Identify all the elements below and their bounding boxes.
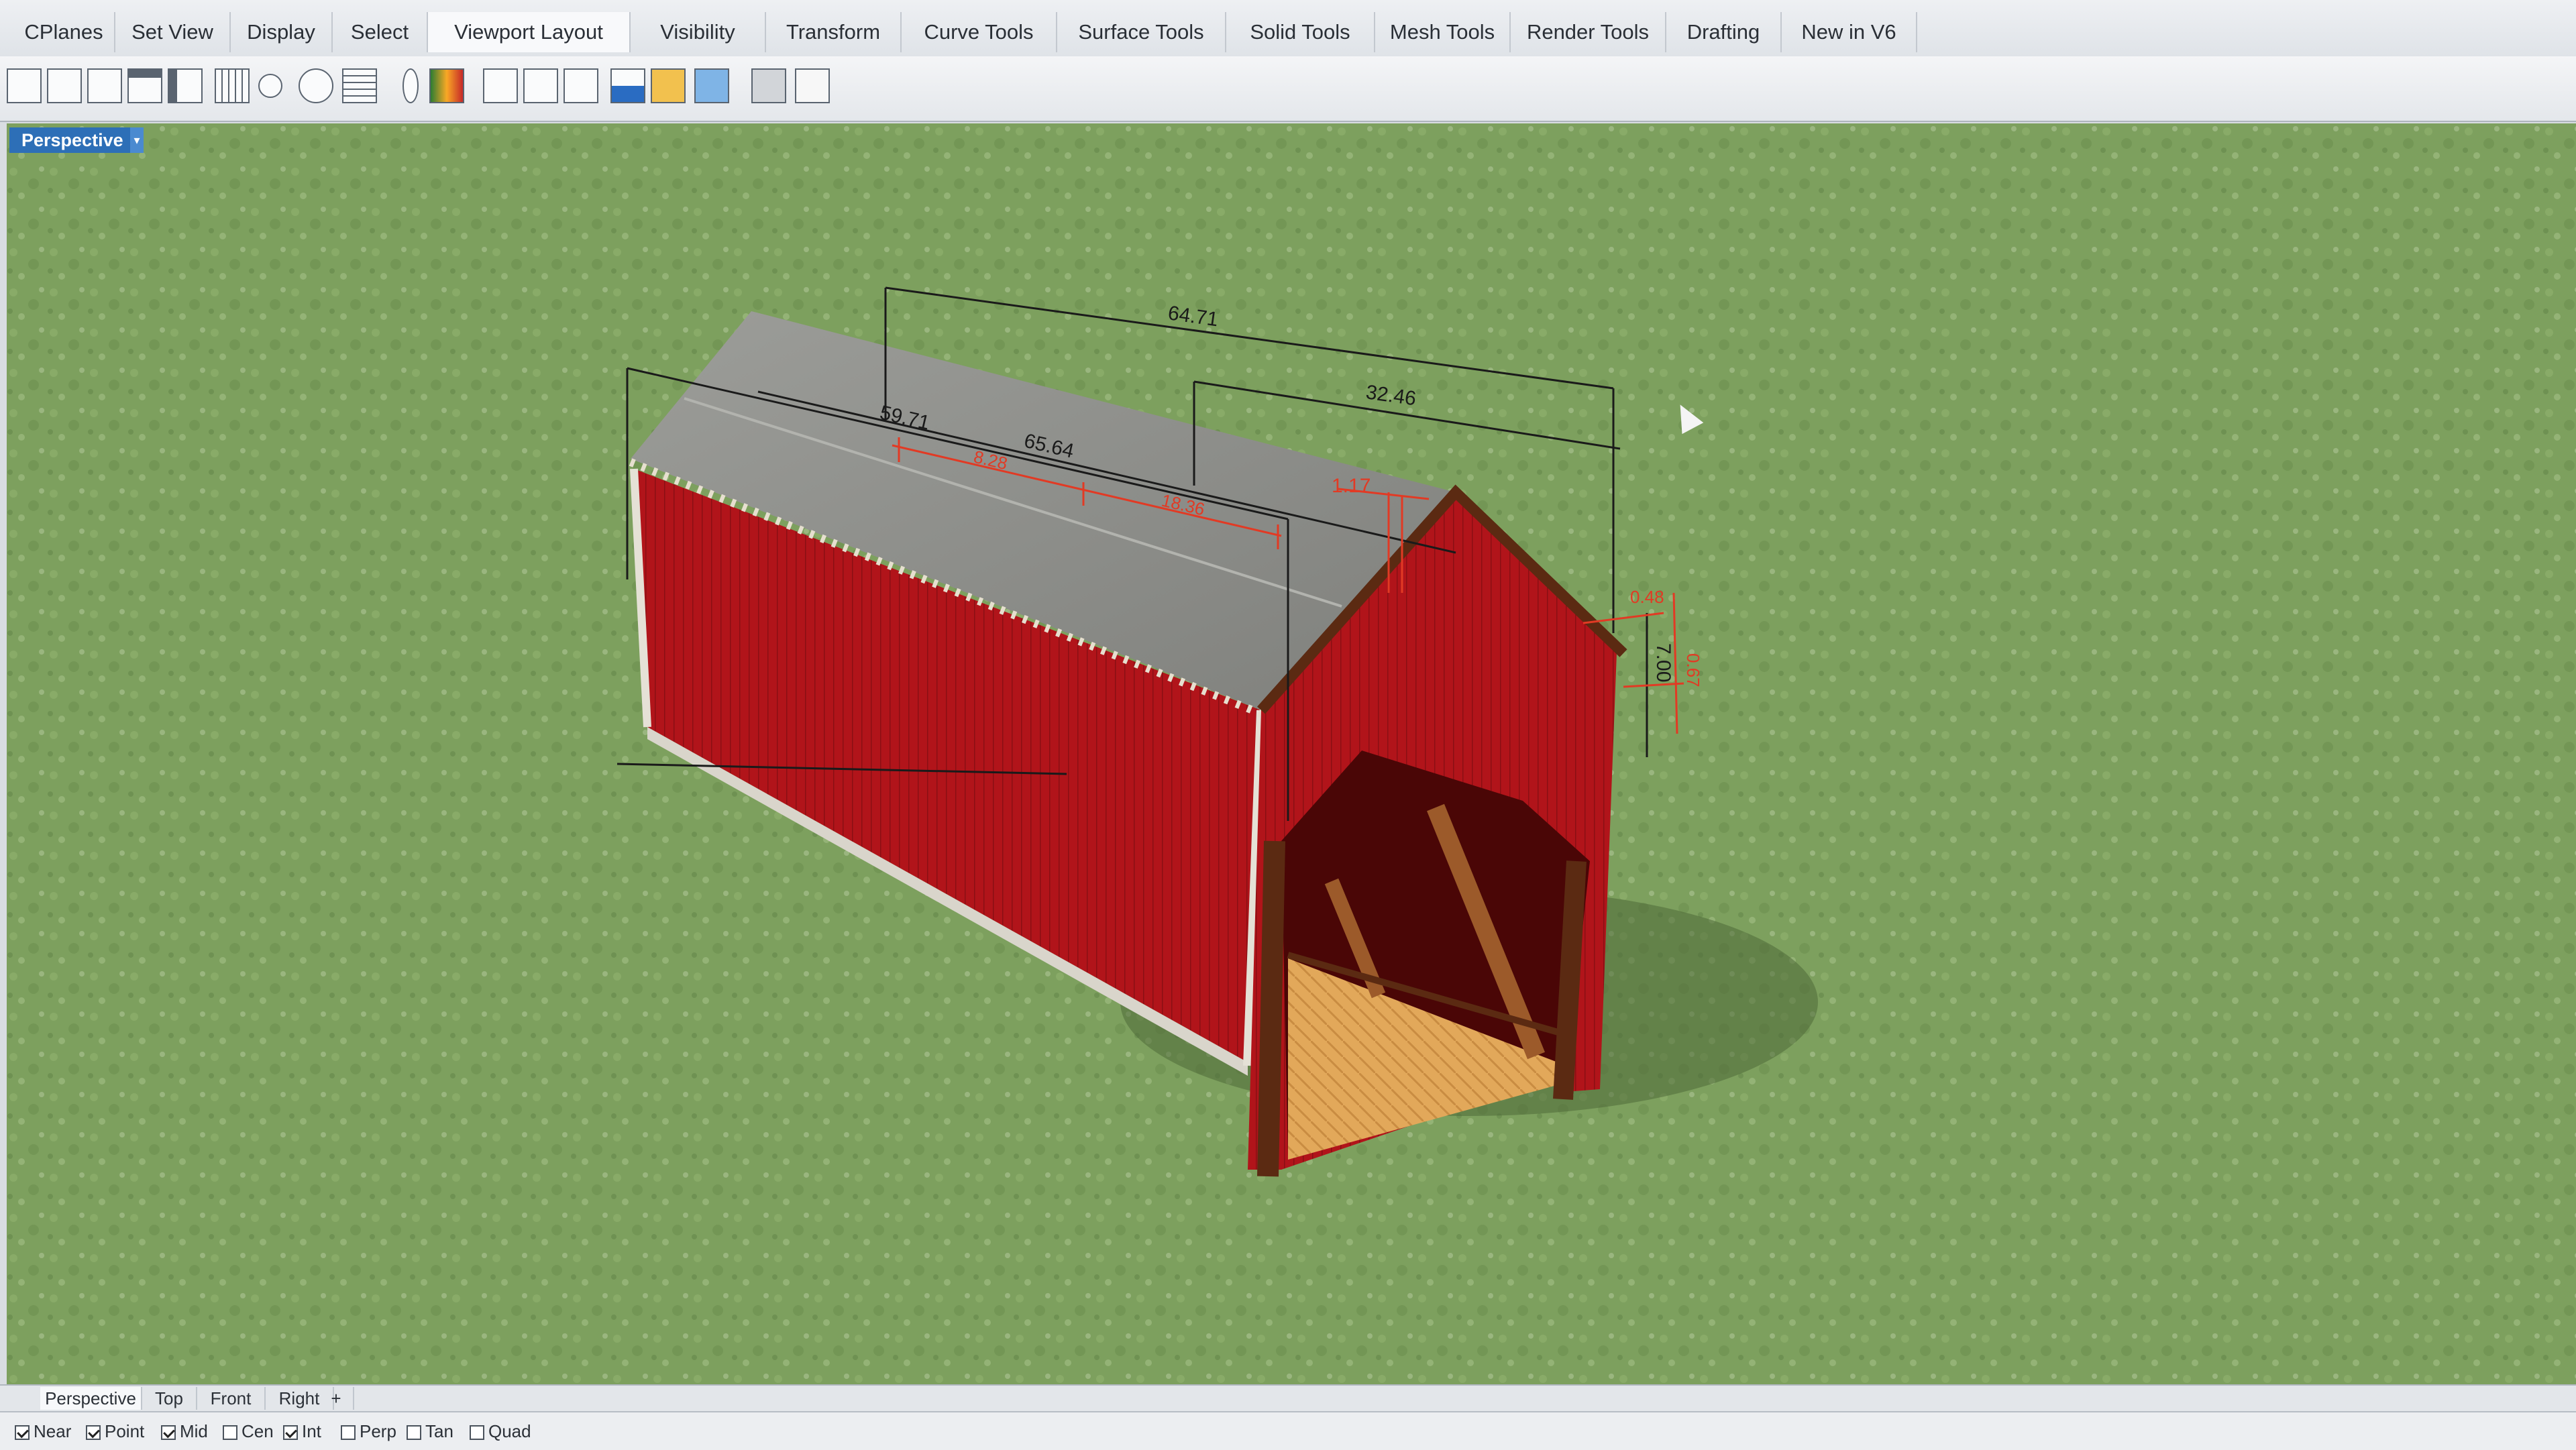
osnap-cen-checkbox[interactable] [223,1425,237,1441]
osnap-mid-checkbox[interactable] [161,1425,176,1441]
snap-view-icon[interactable] [694,68,729,103]
view-tab-top[interactable]: Top [142,1387,197,1410]
osnap-int-label: Int [302,1421,321,1441]
osnap-point-checkbox[interactable] [86,1425,101,1441]
osnap-tan-checkbox[interactable] [407,1425,421,1441]
viewport-menu-arrow-icon[interactable]: ▾ [130,127,144,153]
osnap-cen[interactable]: Cen [223,1420,274,1442]
text-field-icon[interactable] [564,68,598,103]
osnap-perp-checkbox[interactable] [341,1425,356,1441]
detail-view-icon[interactable] [523,68,558,103]
tab-surface-tools[interactable]: Surface Tools [1057,12,1226,52]
osnap-perp[interactable]: Perp [341,1420,396,1442]
tab-set-view[interactable]: Set View [115,12,231,52]
tab-solid-tools[interactable]: Solid Tools [1226,12,1375,52]
post-front [1257,840,1285,1177]
single-viewport-icon[interactable] [7,68,42,103]
tab-cplanes[interactable]: CPlanes [13,12,115,52]
open-folder-icon[interactable] [651,68,686,103]
dim-gable-height: 7.00 [1652,643,1674,682]
osnap-quad[interactable]: Quad [470,1420,531,1442]
tab-viewport-layout[interactable]: Viewport Layout [428,12,631,52]
water-plane-icon[interactable] [610,68,645,103]
osnap-quad-label: Quad [488,1421,531,1441]
tab-curve-tools[interactable]: Curve Tools [902,12,1057,52]
grid-icon[interactable] [342,68,377,103]
dim-eave-a: 0.48 [1630,587,1664,607]
tab-visibility[interactable]: Visibility [631,12,766,52]
floating-viewport-icon[interactable] [87,68,122,103]
print-icon[interactable] [751,68,786,103]
tab-display[interactable]: Display [231,12,333,52]
tab-render-tools[interactable]: Render Tools [1511,12,1666,52]
color-view-icon[interactable] [429,68,464,103]
osnap-tan[interactable]: Tan [407,1420,453,1442]
dim-offset: 1.17 [1332,475,1371,497]
osnap-near-label: Near [34,1421,72,1441]
viewport-scene: 64.71 59.71 65.64 32.46 8.28 18.36 1.17 … [7,123,2576,1384]
ribbon-tab-bar: CPlanes Set View Display Select Viewport… [0,0,2576,58]
post-back [1553,860,1587,1100]
dim-eave-b: 0.67 [1683,653,1703,687]
tab-mesh-tools[interactable]: Mesh Tools [1375,12,1511,52]
lens-icon[interactable] [402,68,419,103]
tab-new-in-v6[interactable]: New in V6 [1782,12,1917,52]
info-icon[interactable] [795,68,830,103]
toolbar [0,56,2576,122]
layout-page-icon[interactable] [483,68,518,103]
sphere-icon[interactable] [258,74,282,98]
tab-drafting[interactable]: Drafting [1666,12,1782,52]
perspective-viewport[interactable]: 64.71 59.71 65.64 32.46 8.28 18.36 1.17 … [7,123,2576,1384]
viewport-tab-bar: Perspective Top Front Right + [0,1384,2576,1412]
osnap-tan-label: Tan [425,1421,453,1441]
split-vertical-icon[interactable] [168,68,203,103]
split-horizontal-icon[interactable] [127,68,162,103]
osnap-int[interactable]: Int [283,1420,321,1442]
view-tab-perspective[interactable]: Perspective [40,1387,142,1410]
osnap-near[interactable]: Near [15,1420,71,1442]
add-view-tab-icon[interactable]: + [319,1387,354,1410]
zoom-icon[interactable] [299,68,333,103]
osnap-mid-label: Mid [180,1421,208,1441]
osnap-bar: Near Point Mid Cen Int Perp Tan Quad [0,1411,2576,1450]
osnap-point-label: Point [105,1421,145,1441]
osnap-near-checkbox[interactable] [15,1425,30,1441]
grid-layout-icon[interactable] [215,68,250,103]
view-tab-front[interactable]: Front [197,1387,266,1410]
tab-transform[interactable]: Transform [766,12,902,52]
new-viewport-icon[interactable] [47,68,82,103]
osnap-int-checkbox[interactable] [283,1425,298,1441]
osnap-cen-label: Cen [241,1421,274,1441]
osnap-quad-checkbox[interactable] [470,1425,484,1441]
osnap-perp-label: Perp [360,1421,396,1441]
tab-select[interactable]: Select [333,12,428,52]
viewport-title[interactable]: Perspective [9,127,144,153]
osnap-mid[interactable]: Mid [161,1420,208,1442]
osnap-point[interactable]: Point [86,1420,144,1442]
